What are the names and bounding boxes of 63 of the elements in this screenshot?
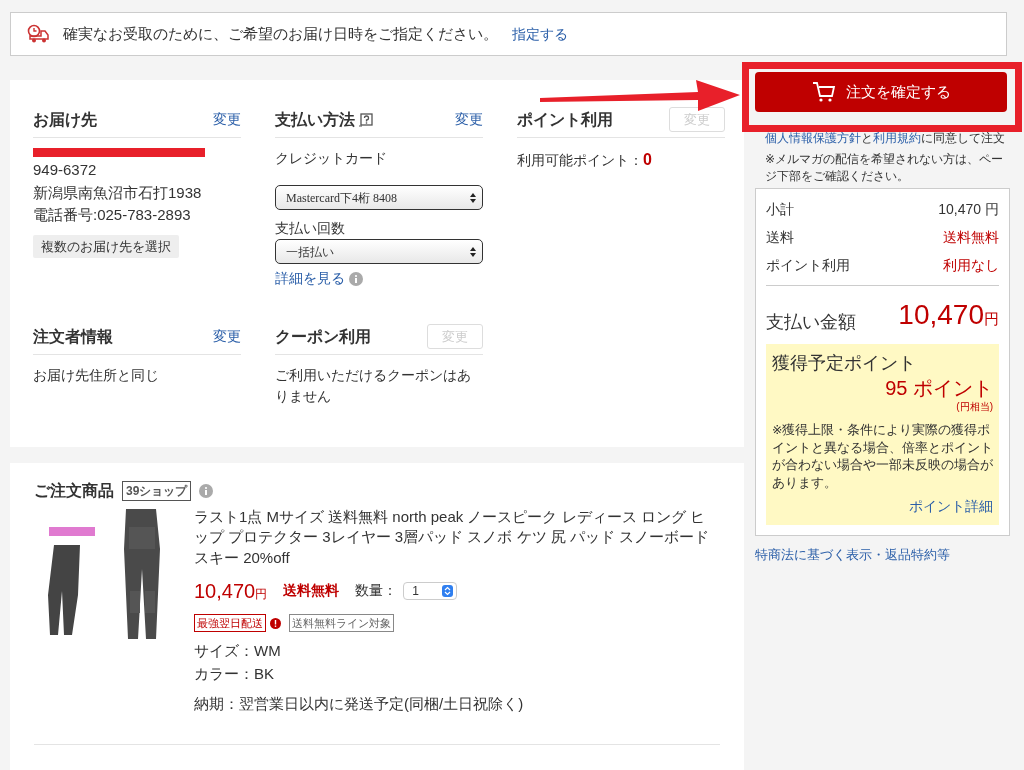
- card-select[interactable]: Mastercard下4桁 8408: [275, 185, 483, 210]
- address-line: 949-6372: [33, 160, 98, 180]
- change-link[interactable]: 変更: [213, 326, 241, 347]
- total-amount: 10,470円: [898, 298, 999, 333]
- product-attribute: カラー：BK: [194, 663, 275, 684]
- stepper-icon: [442, 584, 454, 597]
- points-title: 獲得予定ポイント: [772, 352, 917, 376]
- shipping-tag: 最強翌日配送: [194, 613, 266, 633]
- product-name: ラスト1点 Mサイズ 送料無料 north peak ノースピーク レディース ロング ヒップ プロテクター 3レイヤー 3層パッド スノボ ケツ 尻 パッド スノーボードスキー 20%off: [194, 507, 711, 568]
- product-attribute: サイズ：WM: [194, 641, 282, 662]
- section-title: クーポン利用: [275, 326, 371, 347]
- section-text: ご利用いただけるクーポンはありません: [275, 366, 472, 406]
- section-title: ポイント利用: [517, 109, 613, 130]
- policy-link[interactable]: 利用規約: [873, 131, 921, 145]
- points-details-link[interactable]: ポイント詳細: [909, 498, 993, 515]
- alert-icon: [270, 617, 281, 629]
- points-equivalent: (円相当): [955, 400, 993, 415]
- change-link[interactable]: 変更: [213, 109, 241, 130]
- details-link[interactable]: 詳細を見る: [275, 268, 345, 289]
- shop-tag: 39ショップ: [122, 481, 192, 501]
- newsletter-note: ※メルマガの配信を希望されない方は、ページ下部をご確認ください。: [764, 150, 1005, 185]
- installments-label: 支払い回数: [275, 219, 346, 238]
- total-label: 支払い金額: [766, 311, 856, 335]
- select-arrows-icon: [470, 192, 476, 203]
- points-value: 95 ポイント: [884, 377, 993, 400]
- address-line: 電話番号:025-783-2893: [33, 205, 192, 225]
- points-note: ※獲得上限・条件により実際の獲得ポイントと異なる場合、倍率とポイントが合わない場合や一部未反映の場合があります。: [772, 422, 993, 492]
- help-icon[interactable]: [359, 112, 373, 127]
- product-price: 10,470円: [194, 578, 268, 604]
- delivery-note: 納期：翌営業日以内に発送予定(同梱/土日祝除く): [194, 694, 525, 715]
- delivery-truck-icon: [27, 24, 49, 44]
- notice-text: 確実なお受取のために、ご希望のお届け日時をご指定ください。: [63, 23, 498, 44]
- section-text: お届け先住所と同じ: [33, 366, 160, 385]
- section-title: 注文者情報: [33, 326, 113, 347]
- info-icon: [349, 271, 363, 286]
- available-points-value: 0: [643, 151, 652, 168]
- confirm-order-button[interactable]: 注文を確定する: [755, 72, 1007, 112]
- multiple-destinations-button[interactable]: 複数のお届け先を選択: [33, 234, 179, 258]
- specify-link[interactable]: 指定する: [512, 23, 568, 45]
- payment-method: クレジットカード: [275, 149, 388, 168]
- policy-link[interactable]: 個人情報保護方針: [765, 131, 861, 145]
- address-line: 新潟県南魚沼市石打1938: [33, 182, 203, 203]
- summary-value: 送料無料: [943, 228, 999, 248]
- legal-notice-link[interactable]: 特商法に基づく表示・返品特約等: [755, 547, 950, 563]
- agreement-text: 個人情報保護方針と利用規約に同意して注文: [764, 130, 1006, 147]
- free-shipping-text: 送料無料: [283, 581, 340, 601]
- installments-select[interactable]: 一括払い: [275, 239, 483, 264]
- summary-value: 10,470 円: [938, 200, 999, 220]
- order-title: ご注文商品: [34, 481, 114, 501]
- summary-value: 利用なし: [943, 256, 999, 276]
- section-title: お届け先: [33, 109, 97, 130]
- info-icon: [199, 484, 214, 498]
- summary-label: 小計: [766, 200, 794, 220]
- shipping-tag: 送料無料ライン対象: [289, 613, 394, 633]
- cart-icon: [811, 81, 836, 103]
- quantity-select[interactable]: 1: [403, 581, 458, 600]
- summary-label: ポイント利用: [766, 256, 850, 276]
- available-points-label: 利用可能ポイント：: [517, 152, 643, 168]
- change-link[interactable]: 変更: [455, 109, 483, 130]
- summary-label: 送料: [766, 228, 794, 248]
- section-title: 支払い方法: [275, 109, 355, 130]
- quantity-label: 数量：: [355, 581, 398, 601]
- select-arrows-icon: [470, 246, 476, 257]
